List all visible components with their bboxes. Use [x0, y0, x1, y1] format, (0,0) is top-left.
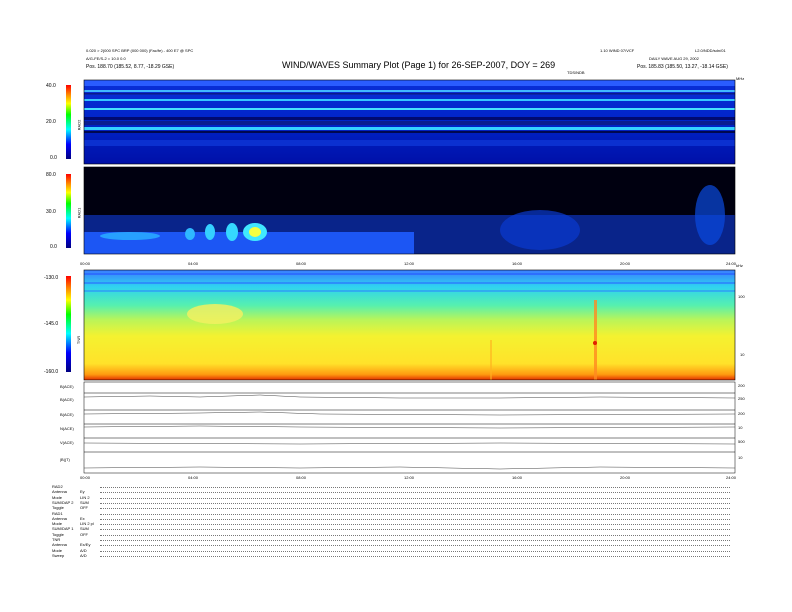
- footer-dotted-line: [100, 550, 730, 552]
- footer-value: A/D: [80, 552, 87, 558]
- rad1-panel: [83, 166, 736, 255]
- bottom-time-4: 16:00: [512, 475, 523, 480]
- footer-key: Toggle: [52, 505, 64, 511]
- footer-dotted-line: [100, 502, 730, 504]
- tnr-ytick-top: -130.0: [44, 275, 59, 281]
- tnr-ytick-bot: -160.0: [44, 369, 59, 375]
- footer-dotted-line: [100, 508, 730, 510]
- footer-value: LIN 2: [80, 494, 90, 500]
- footer-key: Antenna: [52, 542, 67, 548]
- footer-dotted-line: [100, 534, 730, 536]
- bottom-time-1: 04:00: [188, 475, 199, 480]
- footer-dotted-line: [100, 492, 730, 494]
- tnr-right-unit: kHz: [736, 263, 743, 268]
- footer-value: OFF: [80, 531, 88, 537]
- rad2-ytick-mid: 20.0: [46, 119, 56, 125]
- footer-key: RAD1: [52, 510, 63, 516]
- line-right-5a: 500: [738, 439, 745, 444]
- line-right-6a: 10: [738, 455, 743, 460]
- footer-value: Ey: [80, 489, 85, 495]
- tnr-right-tick-100: 100: [738, 294, 745, 299]
- bottom-time-2: 08:00: [296, 475, 307, 480]
- footer-key: TNR: [52, 537, 61, 542]
- rad1-ytick-bot: 0.0: [50, 244, 57, 250]
- line-label-2: B(ACE): [60, 397, 74, 402]
- footer-dotted-line: [100, 545, 730, 547]
- footer-value: LIN 2 pl: [80, 521, 94, 527]
- rad1-ytick-mid: 30.0: [46, 209, 56, 215]
- rad1-ytick-top: 80.0: [46, 172, 56, 178]
- tnr-right-tick-10: 10: [740, 352, 745, 357]
- rad1-colorbar: [66, 174, 71, 248]
- footer-dotted-line: [100, 524, 730, 526]
- footer-key: SUM/DAP 2: [52, 499, 74, 505]
- footer-key: Toggle: [52, 531, 64, 537]
- bottom-time-3: 12:00: [404, 475, 415, 480]
- footer-value: SUM: [80, 526, 89, 532]
- footer-dotted-line: [100, 487, 730, 488]
- mid-time-2: 08:00: [296, 261, 307, 266]
- footer-dotted-line: [100, 555, 730, 557]
- mid-time-6: 24:00: [726, 261, 737, 266]
- bottom-time-5: 20:00: [620, 475, 631, 480]
- rad2-ytick-top: 40.0: [46, 83, 56, 89]
- line-right-3a: 200: [738, 411, 745, 416]
- mid-time-3: 12:00: [404, 261, 415, 266]
- footer-value: Ex: [80, 515, 85, 521]
- bottom-time-6: 24:00: [726, 475, 737, 480]
- footer-dotted-line: [100, 497, 730, 499]
- footer-key: Mode: [52, 494, 63, 500]
- line-label-1: B(ACE): [60, 384, 74, 389]
- rad1-ylabel: RAD1: [76, 207, 82, 219]
- line-panels: [83, 381, 736, 474]
- mid-time-4: 16:00: [512, 261, 523, 266]
- footer-key: Mode: [52, 521, 63, 527]
- mid-time-5: 20:00: [620, 261, 631, 266]
- footer-key: RAD2: [52, 484, 63, 489]
- footer-key: Mode: [52, 547, 63, 553]
- summary-plot: [66, 79, 736, 474]
- line-right-4a: 10: [738, 425, 743, 430]
- tnr-ytick-mid: -145.0: [44, 321, 59, 327]
- footer-key: SUM/DAP 1: [52, 526, 74, 532]
- rad2-colorbar: [66, 85, 71, 159]
- footer-dotted-line: [100, 518, 730, 520]
- rad2-ylabel: RAD2: [76, 119, 82, 131]
- footer-value: OFF: [80, 505, 88, 511]
- rad2-ytick-bot: 0.0: [50, 155, 57, 161]
- tnr-colorbar: [66, 276, 71, 372]
- footer-value: A/D: [80, 547, 87, 553]
- footer-dotted-line: [100, 513, 730, 515]
- line-right-1a: 200: [738, 383, 745, 388]
- footer-value: Ex/Ey: [80, 542, 91, 548]
- bottom-time-0: 00:00: [80, 475, 91, 480]
- line-label-5: V(ACE): [60, 440, 74, 445]
- footer-dotted-line: [100, 529, 730, 531]
- line-right-2a: 250: [738, 396, 745, 401]
- footer-key: Antenna: [52, 489, 67, 495]
- line-label-3: B(ACE): [60, 412, 74, 417]
- mid-time-0: 00:00: [80, 261, 91, 266]
- footer-key: Antenna: [52, 515, 67, 521]
- line-label-4: N(ACE): [60, 426, 74, 431]
- tnr-ylabel: TNR: [76, 335, 82, 345]
- footer-dotted-line: [100, 540, 730, 541]
- rad2-panel: [83, 79, 736, 165]
- mid-time-1: 04:00: [188, 261, 199, 266]
- footer-key: Sweep: [52, 552, 65, 558]
- tnr-panel: [83, 269, 736, 381]
- line-label-6: |B|(T): [60, 457, 70, 462]
- footer-value: SUM: [80, 499, 89, 505]
